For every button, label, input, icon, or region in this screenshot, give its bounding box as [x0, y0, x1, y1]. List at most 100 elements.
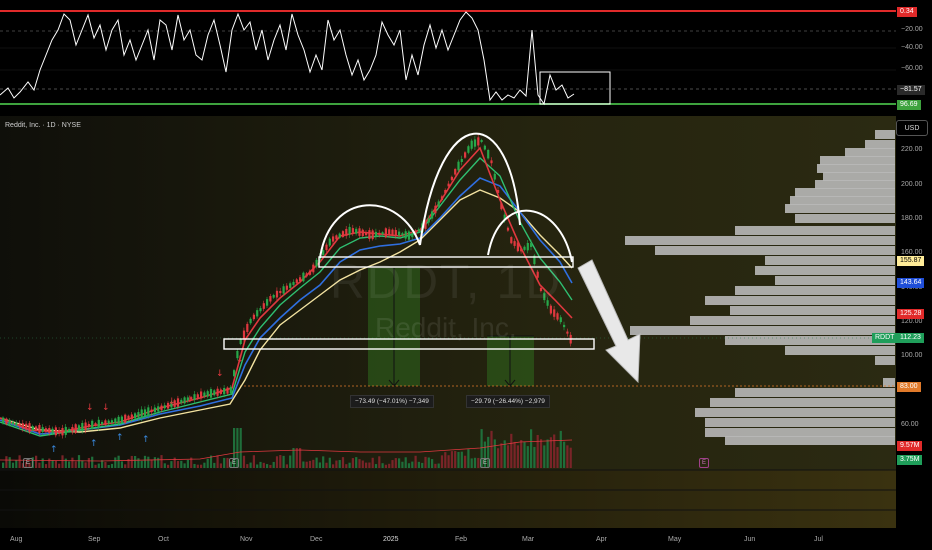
last-price-tag: 112.23 [897, 333, 924, 343]
volume-bar [427, 457, 430, 468]
candle-body [457, 161, 460, 171]
volume-bar [341, 457, 345, 468]
candle-body [345, 228, 348, 236]
measure-label-2[interactable]: −29.79 (−26.44%) −2,979 [466, 395, 550, 408]
volume-bar [553, 434, 556, 468]
earnings-marker[interactable]: E [23, 458, 33, 468]
measure-label-1[interactable]: −73.49 (−47.01%) −7,349 [350, 395, 434, 408]
profile-bar [725, 336, 895, 345]
candle-body [262, 303, 265, 309]
volume-bar [407, 463, 411, 468]
candle-body [348, 226, 351, 235]
candle-body [285, 285, 288, 290]
profile-bar [785, 346, 895, 355]
candle-body [64, 426, 67, 435]
candle-body [134, 413, 137, 419]
volume-bar [543, 445, 546, 468]
trading-chart[interactable]: ↓ ↓ ↓ ↓ ↓ ↓ ↑ ↑ ↑ ↑ RDDT, 1D Reddit, Inc. Reddit,… [0, 0, 932, 550]
candle-body [490, 160, 493, 164]
candle-body [54, 427, 57, 436]
candle-body [358, 228, 361, 236]
volume-bar [308, 460, 312, 468]
candle-body [487, 149, 490, 159]
candle-body [510, 237, 513, 244]
candle-body [361, 229, 364, 237]
volume-bar [5, 456, 8, 468]
volume-bar [470, 458, 473, 468]
volume-bar [223, 457, 226, 468]
volume-bar [71, 457, 74, 468]
volume-bar [315, 457, 318, 468]
candle-body [282, 286, 285, 294]
earnings-marker[interactable]: E [229, 458, 239, 468]
volume-bar [206, 458, 209, 468]
candle-body [35, 426, 38, 431]
volume-bar [216, 455, 219, 468]
profile-bar [823, 172, 895, 181]
candle-body [114, 418, 117, 424]
candle-body [477, 137, 480, 146]
volume-bar [345, 464, 348, 468]
earnings-marker[interactable]: E [480, 458, 490, 468]
name-watermark: Reddit, Inc. [375, 312, 517, 343]
price-tick: 200.00 [901, 181, 923, 188]
candle-body [368, 230, 371, 239]
candle-body [157, 406, 160, 412]
candle-body [193, 394, 196, 401]
volume-bar [157, 457, 160, 468]
volume-bar [348, 462, 351, 468]
candle-body [365, 232, 368, 236]
candle-body [398, 231, 401, 236]
volume-bar [97, 463, 100, 468]
candle-body [84, 422, 87, 431]
candle-body [143, 409, 147, 417]
profile-bar [817, 164, 895, 173]
profile-bar [865, 140, 895, 149]
candle-body [523, 246, 526, 250]
volume-bar [91, 456, 94, 468]
volume-bar [322, 456, 325, 468]
candle-body [21, 423, 24, 429]
candle-body [11, 421, 15, 425]
candle-body [110, 420, 114, 423]
profile-bar [790, 196, 895, 205]
candle-body [315, 259, 318, 267]
sell-signal-icon: ↓ [236, 355, 244, 365]
candle-body [295, 279, 298, 284]
volume-bar [147, 456, 150, 468]
volume-bar [510, 433, 513, 468]
volume-bar [275, 456, 279, 468]
volume-bar [490, 430, 493, 468]
candle-body [150, 409, 153, 413]
volume-bar [414, 455, 417, 468]
candle-body [275, 290, 279, 298]
candle-body [58, 429, 61, 434]
month-label: Feb [455, 536, 468, 543]
volume-bar [292, 448, 295, 468]
candle-body [71, 426, 74, 432]
chart-title[interactable]: Reddit, Inc. · 1D · NYSE [5, 122, 81, 129]
volume-bar [193, 463, 196, 468]
candle-body [120, 416, 123, 423]
candle-body [513, 241, 516, 246]
profile-bar [795, 214, 895, 223]
price-tick: 100.00 [901, 352, 923, 359]
month-label: Mar [522, 536, 535, 543]
currency-button[interactable]: USD [896, 120, 928, 136]
candle-body [180, 399, 183, 404]
indicator-tick: −40.00 [901, 44, 923, 51]
candle-body [427, 218, 430, 223]
volume-bar [444, 452, 447, 468]
volume-bar [124, 464, 127, 468]
profile-bar [725, 436, 895, 445]
month-label: Aug [10, 536, 23, 543]
pane-separator[interactable] [0, 110, 932, 116]
volume-bar [437, 463, 440, 468]
volume-bar [447, 455, 450, 468]
candle-body [467, 146, 470, 153]
candle-body [473, 139, 477, 147]
earnings-marker[interactable]: E [699, 458, 709, 468]
candle-body [28, 423, 31, 433]
volume-bar [417, 461, 420, 468]
volume-bar [431, 459, 434, 468]
